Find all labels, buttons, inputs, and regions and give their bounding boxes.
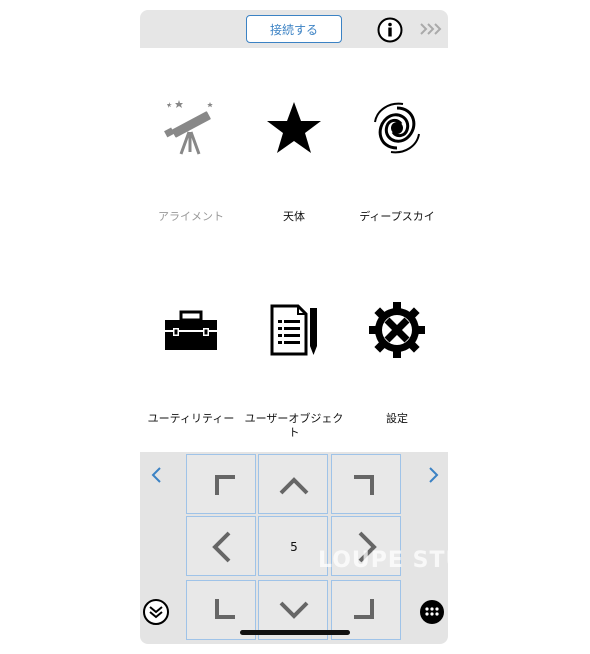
arrow-up-icon [279, 477, 309, 495]
tile-deep-sky[interactable]: ディープスカイ [346, 48, 448, 248]
document-pen-icon [270, 304, 317, 356]
home-indicator [240, 630, 350, 635]
menu-grid: アライメント 天体 ディープスカイ ユーティリティー ユーザーオブジェクト 設定 [140, 48, 448, 452]
tile-celestial-object[interactable]: 天体 [243, 48, 345, 248]
connect-button[interactable]: 接続する [246, 15, 342, 43]
tile-settings[interactable]: 設定 [346, 250, 448, 450]
chevron-left-icon[interactable] [150, 466, 164, 484]
tile-alignment[interactable]: アライメント [140, 48, 242, 248]
corner-up-right-icon [354, 475, 374, 495]
arrow-left-icon [212, 531, 231, 563]
chevron-right-icon[interactable] [426, 466, 440, 484]
double-chevron-down-icon[interactable] [142, 598, 170, 626]
tile-user-object[interactable]: ユーザーオブジェクト [243, 250, 345, 450]
tile-label: アライメント [158, 210, 224, 223]
top-bar: 接続する [140, 10, 448, 48]
tile-label: 天体 [283, 210, 305, 223]
star-icon [267, 102, 321, 153]
move-up-right-button[interactable] [331, 454, 401, 514]
move-left-button[interactable] [186, 516, 256, 576]
info-icon[interactable] [377, 17, 403, 43]
tile-label: 設定 [386, 412, 408, 425]
tile-label: ユーザーオブジェクト [244, 412, 344, 439]
tile-label: ユーティリティー [147, 412, 235, 425]
gear-icon [369, 302, 425, 358]
triple-chevron-right-icon[interactable] [420, 23, 444, 35]
tile-label: ディープスカイ [359, 210, 435, 223]
move-up-left-button[interactable] [186, 454, 256, 514]
move-up-button[interactable] [258, 454, 328, 514]
tile-utility[interactable]: ユーティリティー [140, 250, 242, 450]
telescope-icon [164, 100, 213, 155]
keypad-icon[interactable] [418, 598, 446, 626]
toolbox-icon [165, 310, 217, 350]
galaxy-icon [374, 102, 420, 154]
watermark: LOUPE STUDIO [318, 548, 513, 573]
corner-up-left-icon [215, 475, 235, 495]
